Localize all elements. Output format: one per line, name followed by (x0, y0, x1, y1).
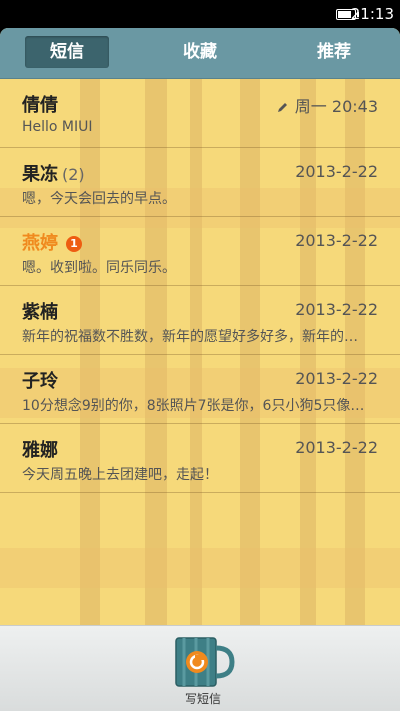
message-date: 2013-2-22 (295, 231, 378, 250)
conversation-row[interactable]: 子玲 2013-2-22 10分想念9别的你，8张照片7张是你，6只小狗5只像… (0, 355, 400, 424)
message-date-text: 周一 20:43 (294, 97, 378, 116)
message-preview: 嗯。收到啦。同乐同乐。 (22, 260, 176, 276)
conversation-row[interactable]: 倩倩 周一 20:43 Hello MIUI (0, 79, 400, 148)
message-preview: 新年的祝福数不胜数，新年的愿望好多好多，新年的… (22, 329, 358, 345)
bottom-bar: 写短信 (0, 625, 400, 711)
contact-name-wrap: 果冻 (2) (22, 160, 85, 186)
tab-recommended[interactable]: 推荐 (292, 36, 376, 68)
message-count: (2) (62, 165, 85, 184)
message-preview: Hello MIUI (22, 119, 93, 135)
message-list: 倩倩 周一 20:43 Hello MIUI 果冻 (2) 2013-2-22 嗯… (0, 79, 400, 493)
unread-badge: 1 (66, 236, 82, 252)
contact-name-wrap: 燕婷 1 (22, 229, 82, 255)
message-preview: 今天周五晚上去团建吧，走起！ (22, 467, 218, 483)
contact-name: 雅娜 (22, 440, 58, 461)
pencil-icon (277, 103, 287, 112)
contact-name: 子玲 (22, 371, 58, 392)
contact-name: 燕婷 (22, 233, 58, 254)
status-time: 21:13 (350, 5, 394, 23)
message-date: 2013-2-22 (295, 162, 378, 181)
tab-favorites[interactable]: 收藏 (158, 36, 242, 68)
status-bar: 21:13 (0, 0, 400, 28)
compose-button[interactable]: 写短信 (170, 632, 236, 708)
message-preview: 10分想念9别的你，8张照片7张是你，6只小狗5只像… (22, 398, 365, 414)
message-date: 2013-2-22 (295, 369, 378, 388)
mug-pencil-icon (175, 637, 235, 687)
message-date: 周一 20:43 (277, 93, 378, 117)
conversation-row[interactable]: 果冻 (2) 2013-2-22 嗯，今天会回去的早点。 (0, 148, 400, 217)
contact-name: 倩倩 (22, 95, 58, 116)
contact-name: 紫楠 (22, 302, 58, 323)
contact-name: 果冻 (22, 164, 58, 185)
messaging-app: 短信 收藏 推荐 倩倩 周一 20:43 Hello MIUI 果冻 (2) 20… (0, 28, 400, 711)
conversation-row[interactable]: 燕婷 1 2013-2-22 嗯。收到啦。同乐同乐。 (0, 217, 400, 286)
message-preview: 嗯，今天会回去的早点。 (22, 191, 176, 207)
conversation-row[interactable]: 紫楠 2013-2-22 新年的祝福数不胜数，新年的愿望好多好多，新年的… (0, 286, 400, 355)
message-date: 2013-2-22 (295, 438, 378, 457)
conversation-row[interactable]: 雅娜 2013-2-22 今天周五晚上去团建吧，走起！ (0, 424, 400, 493)
tab-bar: 短信 收藏 推荐 (0, 28, 400, 79)
tab-messages[interactable]: 短信 (25, 36, 109, 68)
message-date: 2013-2-22 (295, 300, 378, 319)
compose-label: 写短信 (184, 692, 221, 706)
